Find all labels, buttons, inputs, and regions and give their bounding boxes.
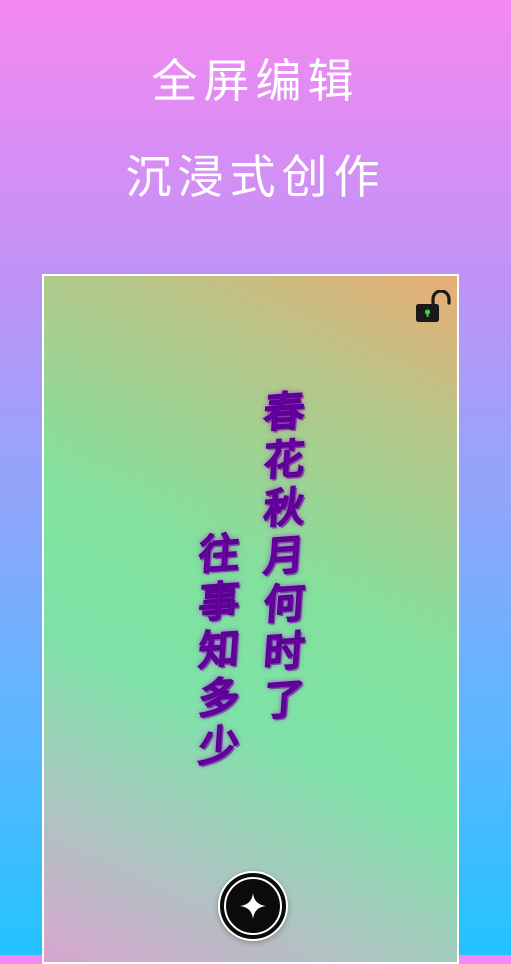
poem-char: 时: [261, 626, 307, 678]
editor-canvas[interactable]: 春 花 秋 月 何 时 了 往 事 知 多 少: [42, 274, 459, 964]
poem-char: 多: [196, 672, 242, 724]
poem-char: 往: [196, 528, 242, 580]
sparkle-action-button[interactable]: [218, 871, 288, 941]
headline-immersive-creation: 沉浸式创作: [125, 150, 386, 204]
poem-char: 知: [196, 624, 242, 676]
poem-char: 了: [261, 674, 307, 726]
headline-full-screen-edit: 全屏编辑: [151, 54, 360, 108]
sparkle-star-icon: [240, 893, 266, 919]
poem-char: 秋: [261, 482, 307, 534]
poem-char: 事: [196, 576, 242, 628]
poem-column-1: 春 花 秋 月 何 时 了: [259, 386, 309, 726]
poem-char: 月: [261, 530, 307, 582]
poem-char: 春: [261, 386, 307, 438]
app-screen: { "headline": { "line1": "全屏编辑", "line2"…: [0, 0, 511, 964]
poem-char: 少: [196, 720, 242, 772]
poem-column-2: 往 事 知 多 少: [194, 528, 244, 772]
poem-char: 何: [261, 578, 307, 630]
poem-char: 花: [261, 434, 307, 486]
unlocked-padlock-icon[interactable]: [414, 289, 452, 324]
vertical-poem[interactable]: 春 花 秋 月 何 时 了 往 事 知 多 少: [44, 386, 457, 808]
